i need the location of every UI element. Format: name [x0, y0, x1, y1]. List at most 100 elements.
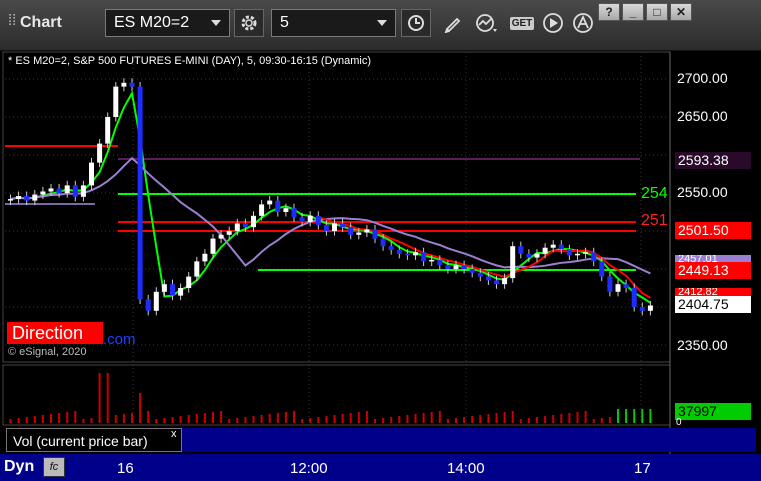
candle-body: [226, 231, 232, 235]
candle-body: [494, 280, 499, 285]
candle-body: [202, 253, 208, 262]
volume-bar: [390, 417, 393, 423]
minimize-button[interactable]: _: [622, 3, 644, 21]
volume-bar: [600, 418, 603, 423]
volume-bar: [187, 415, 190, 423]
candle-body: [477, 272, 483, 277]
candle-body: [639, 307, 645, 311]
volume-bar: [50, 414, 52, 423]
volume-bar: [487, 414, 490, 423]
settings-gear-button[interactable]: [234, 9, 264, 37]
candle-body: [48, 188, 54, 192]
volume-bar: [584, 411, 587, 423]
volume-bar: [633, 409, 636, 423]
draw-pencil-button[interactable]: [438, 9, 468, 37]
candle-body: [485, 276, 491, 281]
candle-body: [396, 250, 402, 254]
time-tick: 14:00: [447, 460, 485, 477]
candle-body: [80, 185, 86, 197]
candle-body: [307, 215, 313, 222]
volume-bar: [568, 413, 571, 423]
volume-bar: [536, 417, 538, 423]
chevron-down-icon: [211, 20, 221, 26]
volume-study-label[interactable]: Vol (current price bar): [6, 428, 182, 452]
volume-bar: [195, 414, 198, 423]
purple-average-line: [10, 156, 651, 275]
time-tick: 16: [117, 460, 134, 477]
candle-body: [275, 200, 281, 212]
volume-bar: [649, 409, 652, 423]
toolbar: ⁞⁞ Chart ES M20=2 5 GET ? _ □ ✕: [0, 0, 761, 51]
get-label: GET: [509, 16, 535, 30]
price-chart[interactable]: [0, 50, 761, 481]
play-button[interactable]: [538, 9, 568, 37]
price-tick: 2700.00: [677, 70, 728, 86]
candle-body: [647, 305, 653, 311]
price-box-last: 2404.75: [675, 296, 751, 313]
candle-body: [145, 299, 151, 311]
gear-icon: [241, 15, 257, 31]
volume-bar: [471, 416, 474, 423]
candle-body: [599, 261, 605, 277]
candle-body: [64, 185, 70, 193]
candle-body: [510, 246, 516, 279]
volume-bar: [236, 418, 239, 423]
studies-button[interactable]: [472, 9, 502, 37]
close-icon[interactable]: x: [171, 428, 177, 440]
formula-icon[interactable]: fc: [43, 457, 65, 477]
volume-bar: [220, 411, 223, 423]
volume-bar: [74, 411, 77, 423]
volume-bar: [179, 416, 182, 423]
clock-icon: [408, 15, 424, 31]
close-button[interactable]: ✕: [670, 3, 692, 21]
price-tick: 2550.00: [677, 184, 728, 200]
candlestick-series: [8, 78, 653, 316]
volume-bar: [25, 417, 28, 423]
candle-body: [323, 224, 329, 231]
candle-body: [534, 253, 540, 258]
alert-button[interactable]: [568, 9, 598, 37]
symbol-selector[interactable]: ES M20=2: [105, 9, 230, 37]
volume-bar: [317, 417, 320, 423]
volume-bar: [398, 416, 401, 423]
candle-body: [623, 284, 629, 288]
candle-body: [97, 143, 103, 163]
price-box-average: 2449.13: [675, 262, 751, 279]
candle-body: [105, 117, 111, 144]
volume-bar: [365, 411, 368, 423]
volume-bar: [438, 411, 441, 423]
volume-bar: [276, 413, 279, 423]
candle-body: [575, 253, 580, 256]
volume-bar: [422, 413, 425, 423]
interval-selector[interactable]: 5: [271, 9, 396, 37]
volume-bar: [576, 412, 579, 423]
candle-body: [542, 247, 548, 254]
candle-body: [259, 204, 265, 216]
volume-bar: [114, 415, 117, 423]
get-button[interactable]: GET: [505, 9, 539, 37]
candle-body: [267, 200, 273, 205]
candle-body: [615, 284, 621, 292]
volume-bar: [106, 373, 109, 423]
price-tick: 2350.00: [677, 337, 728, 353]
maximize-button[interactable]: □: [646, 3, 668, 21]
volume-bar: [284, 412, 287, 423]
volume-value-box: 37997: [675, 403, 751, 420]
candle-body: [502, 278, 508, 285]
volume-bar: [212, 412, 214, 423]
candle-body: [299, 217, 305, 222]
pencil-icon: [444, 17, 461, 33]
candle-body: [380, 238, 386, 247]
grid: [5, 52, 668, 425]
dynamic-label[interactable]: Dyn: [4, 458, 34, 476]
volume-bar: [58, 413, 61, 423]
time-button[interactable]: [401, 9, 431, 37]
volume-bar: [122, 414, 125, 423]
grip-icon[interactable]: ⁞⁞: [8, 12, 18, 32]
volume-bar: [293, 411, 295, 423]
volume-bar: [33, 416, 36, 423]
candle-body: [372, 229, 378, 239]
volume-zero-tick: 0: [676, 417, 682, 428]
volume-bar: [527, 418, 530, 423]
help-button[interactable]: ?: [598, 3, 620, 21]
